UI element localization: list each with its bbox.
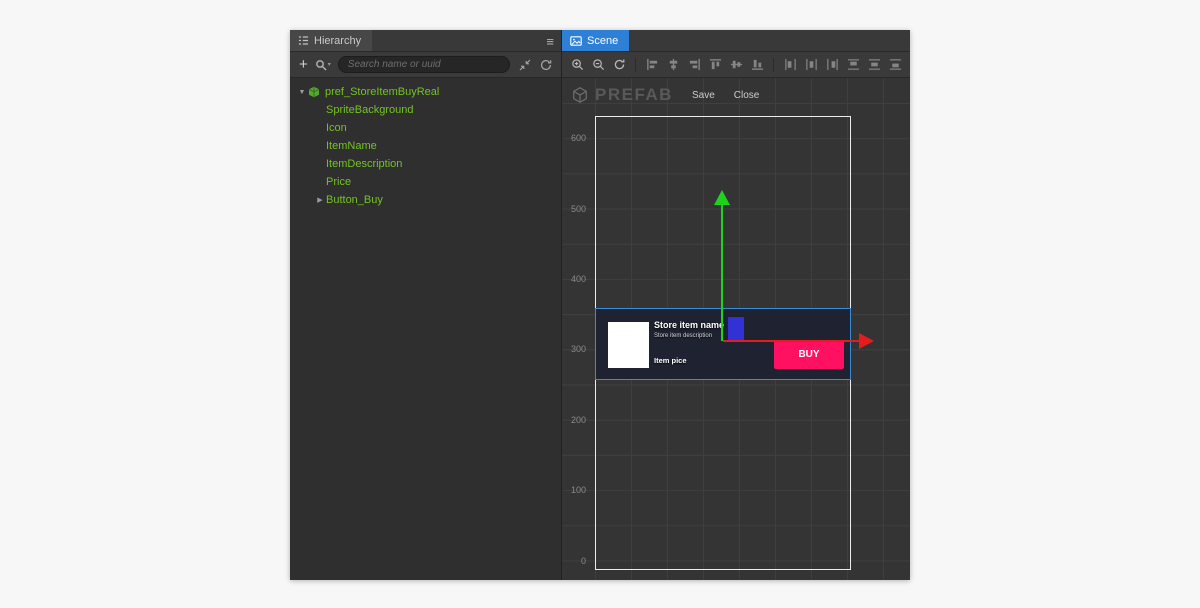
tree-node-item-name[interactable]: ItemName bbox=[290, 137, 561, 155]
search-box bbox=[337, 56, 510, 73]
prefab-mode-bar: PREFAB Save Close bbox=[571, 85, 759, 105]
tree-node-label: pref_StoreItemBuyReal bbox=[325, 86, 440, 98]
zoom-reset-icon[interactable] bbox=[611, 57, 627, 73]
item-icon-placeholder[interactable] bbox=[608, 322, 649, 368]
gizmo-xy-plane-handle[interactable] bbox=[728, 317, 744, 340]
refresh-icon[interactable] bbox=[538, 57, 554, 73]
hierarchy-header: Hierarchy ≡ bbox=[290, 30, 561, 52]
hierarchy-icon bbox=[298, 35, 309, 46]
scene-tab-label: Scene bbox=[587, 34, 619, 47]
align-left-icon[interactable] bbox=[644, 57, 660, 73]
distribute-right-icon[interactable] bbox=[824, 57, 840, 73]
search-icon bbox=[315, 59, 327, 71]
editor-window: Hierarchy ≡ + ▾ ▼ bbox=[290, 30, 910, 580]
scene-header: Scene bbox=[562, 30, 910, 52]
tree-node-label: ItemDescription bbox=[326, 158, 403, 170]
ruler-label: 100 bbox=[570, 485, 586, 495]
ruler-label: 0 bbox=[580, 556, 586, 566]
tree-node-label: Button_Buy bbox=[326, 194, 383, 206]
ruler-label: 300 bbox=[570, 344, 586, 354]
panel-menu-icon[interactable]: ≡ bbox=[546, 30, 554, 52]
search-input[interactable] bbox=[347, 59, 500, 70]
zoom-in-icon[interactable] bbox=[569, 57, 585, 73]
gizmo-x-axis-arrowhead-icon[interactable] bbox=[859, 333, 874, 349]
align-bottom-icon[interactable] bbox=[749, 57, 765, 73]
prefab-cube-icon bbox=[571, 86, 589, 104]
tree-node-button-buy[interactable]: ▶ Button_Buy bbox=[290, 191, 561, 209]
hierarchy-tree: ▼ pref_StoreItemBuyReal SpriteBackground… bbox=[290, 78, 561, 580]
tree-node-price[interactable]: Price bbox=[290, 173, 561, 191]
scene-panel: Scene 600 500 400 300 200 100 0 PREFAB S… bbox=[562, 30, 910, 580]
item-price-label[interactable]: Item pice bbox=[654, 356, 687, 365]
align-center-horizontal-icon[interactable] bbox=[665, 57, 681, 73]
align-middle-icon[interactable] bbox=[728, 57, 744, 73]
image-icon bbox=[570, 35, 582, 47]
distribute-top-icon[interactable] bbox=[845, 57, 861, 73]
tree-node-root[interactable]: ▼ pref_StoreItemBuyReal bbox=[290, 83, 561, 101]
collapse-all-icon[interactable] bbox=[517, 57, 533, 73]
tree-node-icon[interactable]: Icon bbox=[290, 119, 561, 137]
tree-node-label: Price bbox=[326, 176, 352, 188]
tree-node-item-description[interactable]: ItemDescription bbox=[290, 155, 561, 173]
ruler-label: 500 bbox=[570, 204, 586, 214]
hierarchy-panel: Hierarchy ≡ + ▾ ▼ bbox=[290, 30, 562, 580]
toolbar-divider bbox=[773, 57, 774, 72]
ruler-label: 400 bbox=[570, 274, 586, 284]
distribute-middle-icon[interactable] bbox=[866, 57, 882, 73]
hierarchy-toolbar: + ▾ bbox=[290, 52, 561, 78]
toolbar-divider bbox=[635, 57, 636, 72]
align-top-icon[interactable] bbox=[707, 57, 723, 73]
prefab-save-button[interactable]: Save bbox=[692, 90, 715, 101]
scene-canvas[interactable]: 600 500 400 300 200 100 0 PREFAB Save Cl… bbox=[562, 78, 910, 580]
gizmo-y-axis-arrowhead-icon[interactable] bbox=[714, 190, 730, 205]
buy-button[interactable]: BUY bbox=[774, 340, 844, 369]
prefab-close-button[interactable]: Close bbox=[734, 90, 760, 101]
tab-scene[interactable]: Scene bbox=[562, 30, 630, 51]
distribute-left-icon[interactable] bbox=[782, 57, 798, 73]
collapse-arrow-icon[interactable]: ▶ bbox=[314, 196, 326, 204]
item-name-label[interactable]: Store item name bbox=[654, 320, 724, 330]
ruler-label: 200 bbox=[570, 415, 586, 425]
scene-toolbar bbox=[562, 52, 910, 78]
prefab-mode-title: PREFAB bbox=[595, 85, 673, 104]
tree-node-label: Icon bbox=[326, 122, 347, 134]
tree-node-label: ItemName bbox=[326, 140, 377, 152]
gizmo-x-axis-arrow[interactable] bbox=[723, 340, 861, 342]
create-node-button[interactable]: + bbox=[297, 57, 310, 72]
chevron-down-icon: ▾ bbox=[327, 62, 331, 68]
item-description-label[interactable]: Store item description bbox=[654, 333, 712, 339]
prefab-icon bbox=[308, 86, 320, 98]
tree-node-label: SpriteBackground bbox=[326, 104, 414, 116]
distribute-center-horizontal-icon[interactable] bbox=[803, 57, 819, 73]
zoom-out-icon[interactable] bbox=[590, 57, 606, 73]
gizmo-y-axis-arrow[interactable] bbox=[721, 204, 723, 341]
tab-hierarchy[interactable]: Hierarchy bbox=[290, 30, 373, 51]
ruler-label: 600 bbox=[570, 133, 586, 143]
align-right-icon[interactable] bbox=[686, 57, 702, 73]
distribute-bottom-icon[interactable] bbox=[887, 57, 903, 73]
tree-node-sprite-background[interactable]: SpriteBackground bbox=[290, 101, 561, 119]
store-item-node[interactable]: Store item name Store item description I… bbox=[595, 308, 851, 380]
expand-arrow-icon[interactable]: ▼ bbox=[296, 89, 308, 96]
hierarchy-tab-label: Hierarchy bbox=[314, 34, 362, 47]
search-filter-button[interactable]: ▾ bbox=[315, 59, 331, 71]
